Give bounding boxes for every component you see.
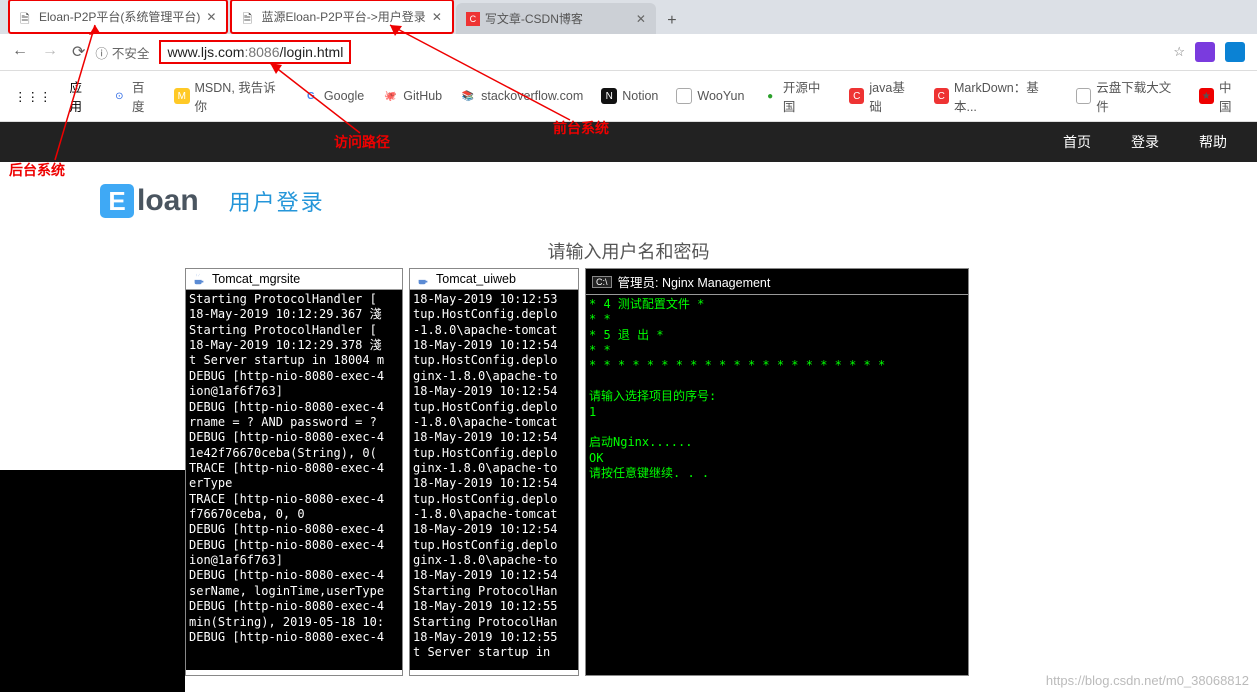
extension-icon[interactable] <box>1195 42 1215 62</box>
browser-tabs: 🗎 Eloan-P2P平台(系统管理平台) ✕ 🗎 蓝源Eloan-P2P平台-… <box>0 0 1257 34</box>
terminal-nginx[interactable]: C:\ 管理员: Nginx Management * 4 测试配置文件 * * … <box>585 268 969 676</box>
security-warning[interactable]: ⓘ 不安全 <box>95 43 149 62</box>
bookmarks-bar: ⋮⋮⋮ 应用 ⊙百度 MMSDN, 我告诉你 GGoogle 🐙GitHub 📚… <box>0 71 1257 122</box>
annotation-path: 访问路径 <box>334 132 390 152</box>
bookmark-markdown[interactable]: CMarkDown：基本... <box>934 77 1058 115</box>
close-icon[interactable]: ✕ <box>636 12 646 26</box>
bookmark-china[interactable]: ★中国 <box>1199 77 1243 115</box>
bookmark-java[interactable]: Cjava基础 <box>849 77 916 115</box>
tab-label: 蓝源Eloan-P2P平台->用户登录 <box>261 8 425 25</box>
close-icon[interactable]: ✕ <box>206 10 216 24</box>
terminal-tomcat-mgr[interactable]: Tomcat_mgrsite Starting ProtocolHandler … <box>185 268 403 676</box>
bookmark-google[interactable]: GGoogle <box>303 88 364 104</box>
bookmark-oschina[interactable]: ●开源中国 <box>762 77 831 115</box>
nav-home[interactable]: 首页 <box>1063 132 1091 152</box>
forward-icon[interactable]: → <box>42 42 58 62</box>
bookmark-wooyun[interactable]: WooYun <box>676 88 744 104</box>
bookmark-notion[interactable]: NNotion <box>601 88 658 104</box>
nav-help[interactable]: 帮助 <box>1199 132 1227 152</box>
csdn-icon: C <box>466 12 480 26</box>
black-strip <box>0 470 185 692</box>
eloan-logo: Eloan <box>100 184 199 218</box>
terminal-title: Tomcat_uiweb <box>436 272 516 286</box>
terminal-output: * 4 测试配置文件 * * * * 5 退 出 * * * * * * * *… <box>586 295 968 675</box>
java-icon <box>416 272 430 286</box>
bookmark-cloud[interactable]: 云盘下载大文件 <box>1076 77 1181 115</box>
annotation-front: 前台系统 <box>553 118 609 138</box>
tab-eloan-login[interactable]: 🗎 蓝源Eloan-P2P平台->用户登录 ✕ <box>230 0 453 34</box>
bookmark-baidu[interactable]: ⊙百度 <box>112 77 156 115</box>
brand-row: Eloan 用户登录 <box>0 162 1257 240</box>
terminal-title: Tomcat_mgrsite <box>212 272 300 286</box>
bookmark-github[interactable]: 🐙GitHub <box>382 88 442 104</box>
file-icon: 🗎 <box>20 10 34 24</box>
reload-icon[interactable]: ⟳ <box>72 42 85 62</box>
annotation-back: 后台系统 <box>9 160 65 180</box>
java-icon <box>192 272 206 286</box>
address-bar: ← → ⟳ ⓘ 不安全 www.ljs.com:8086/login.html … <box>0 34 1257 71</box>
page-title: 用户登录 <box>229 185 325 217</box>
url-input[interactable]: www.ljs.com:8086/login.html <box>159 40 351 64</box>
cmd-icon: C:\ <box>592 276 612 288</box>
site-header: 首页 登录 帮助 <box>0 122 1257 162</box>
file-icon: 🗎 <box>242 10 256 24</box>
terminal-tomcat-ui[interactable]: Tomcat_uiweb 18-May-2019 10:12:53 tup.Ho… <box>409 268 579 676</box>
terminal-title: 管理员: Nginx Management <box>618 272 771 291</box>
tab-label: 写文章-CSDN博客 <box>485 10 583 27</box>
apps-label[interactable]: 应用 <box>70 77 94 115</box>
tab-eloan-mgr[interactable]: 🗎 Eloan-P2P平台(系统管理平台) ✕ <box>8 0 228 34</box>
terminal-output: 18-May-2019 10:12:53 tup.HostConfig.depl… <box>410 290 578 670</box>
bookmark-stackoverflow[interactable]: 📚stackoverflow.com <box>460 88 583 104</box>
bookmark-star-icon[interactable]: ☆ <box>1173 44 1185 60</box>
tab-label: Eloan-P2P平台(系统管理平台) <box>39 8 200 25</box>
terminal-group: Tomcat_mgrsite Starting ProtocolHandler … <box>185 268 969 676</box>
back-icon[interactable]: ← <box>12 42 28 62</box>
tab-csdn[interactable]: C 写文章-CSDN博客 ✕ <box>456 3 656 34</box>
terminal-output: Starting ProtocolHandler [ 18-May-2019 1… <box>186 290 402 670</box>
new-tab-button[interactable]: + <box>658 12 686 34</box>
login-prompt: 请输入用户名和密码 <box>0 238 1257 264</box>
bookmark-msdn[interactable]: MMSDN, 我告诉你 <box>174 77 285 115</box>
info-icon: ⓘ <box>95 43 108 62</box>
watermark: https://blog.csdn.net/m0_38068812 <box>1046 673 1249 688</box>
nav-login[interactable]: 登录 <box>1131 132 1159 152</box>
apps-icon[interactable]: ⋮⋮⋮ <box>14 89 52 104</box>
extension-icon[interactable] <box>1225 42 1245 62</box>
close-icon[interactable]: ✕ <box>432 10 442 24</box>
